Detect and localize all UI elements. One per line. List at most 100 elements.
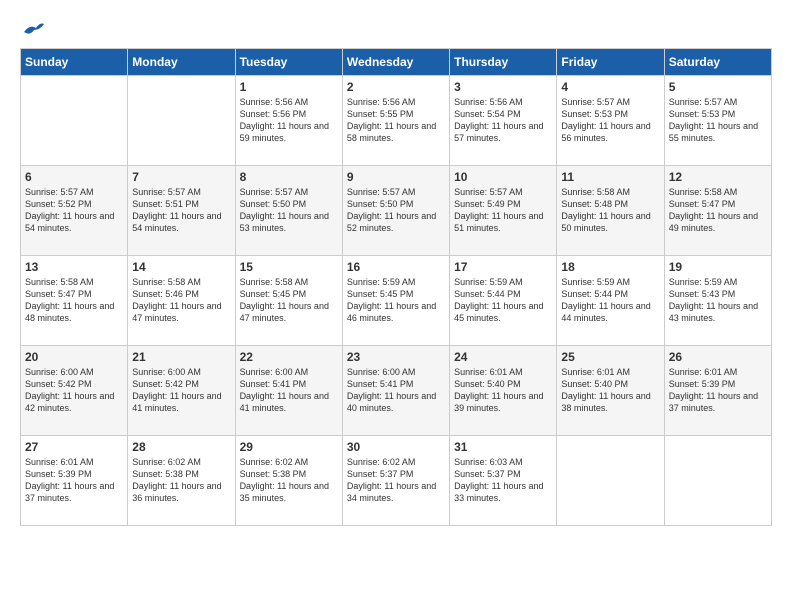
day-info: Sunrise: 5:57 AM Sunset: 5:53 PM Dayligh… [561,96,659,145]
weekday-header: Monday [128,49,235,76]
day-info: Sunrise: 5:59 AM Sunset: 5:44 PM Dayligh… [561,276,659,325]
calendar-week-row: 6Sunrise: 5:57 AM Sunset: 5:52 PM Daylig… [21,166,772,256]
day-number: 26 [669,350,767,364]
day-info: Sunrise: 5:57 AM Sunset: 5:51 PM Dayligh… [132,186,230,235]
calendar-cell [664,436,771,526]
day-number: 28 [132,440,230,454]
calendar-cell: 28 Sunrise: 6:02 AM Sunset: 5:38 PM Dayli… [128,436,235,526]
day-number: 2 [347,80,445,94]
day-info: Sunrise: 5:59 AM Sunset: 5:45 PM Dayligh… [347,276,445,325]
day-info: Sunrise: 5:59 AM Sunset: 5:43 PM Dayligh… [669,276,767,325]
calendar-cell: 10Sunrise: 5:57 AM Sunset: 5:49 PM Dayli… [450,166,557,256]
day-info: Sunrise: 6:02 AM Sunset: 5:38 PM Dayligh… [132,456,230,505]
day-info: Sunrise: 6:01 AM Sunset: 5:39 PM Dayligh… [25,456,123,505]
calendar-cell: 15 Sunrise: 5:58 AM Sunset: 5:45 PM Dayli… [235,256,342,346]
calendar-header-row: SundayMondayTuesdayWednesdayThursdayFrid… [21,49,772,76]
day-info: Sunrise: 5:57 AM Sunset: 5:50 PM Dayligh… [240,186,338,235]
weekday-header: Sunday [21,49,128,76]
calendar-cell: 16 Sunrise: 5:59 AM Sunset: 5:45 PM Dayli… [342,256,449,346]
day-info: Sunrise: 5:58 AM Sunset: 5:47 PM Dayligh… [669,186,767,235]
calendar-cell: 11 Sunrise: 5:58 AM Sunset: 5:48 PM Dayli… [557,166,664,256]
weekday-header: Friday [557,49,664,76]
day-number: 24 [454,350,552,364]
day-info: Sunrise: 6:00 AM Sunset: 5:41 PM Dayligh… [240,366,338,415]
day-number: 3 [454,80,552,94]
day-number: 22 [240,350,338,364]
calendar-cell: 13 Sunrise: 5:58 AM Sunset: 5:47 PM Dayli… [21,256,128,346]
day-number: 15 [240,260,338,274]
day-info: Sunrise: 6:00 AM Sunset: 5:42 PM Dayligh… [132,366,230,415]
day-number: 16 [347,260,445,274]
weekday-header: Wednesday [342,49,449,76]
calendar-cell: 6Sunrise: 5:57 AM Sunset: 5:52 PM Daylig… [21,166,128,256]
calendar-cell: 29 Sunrise: 6:02 AM Sunset: 5:38 PM Dayli… [235,436,342,526]
weekday-header: Tuesday [235,49,342,76]
day-info: Sunrise: 5:58 AM Sunset: 5:47 PM Dayligh… [25,276,123,325]
calendar-cell: 17Sunrise: 5:59 AM Sunset: 5:44 PM Dayli… [450,256,557,346]
calendar-cell: 31Sunrise: 6:03 AM Sunset: 5:37 PM Dayli… [450,436,557,526]
calendar-table: SundayMondayTuesdayWednesdayThursdayFrid… [20,48,772,526]
calendar-cell [128,76,235,166]
day-info: Sunrise: 6:00 AM Sunset: 5:42 PM Dayligh… [25,366,123,415]
calendar-cell: 26 Sunrise: 6:01 AM Sunset: 5:39 PM Dayli… [664,346,771,436]
day-number: 30 [347,440,445,454]
day-number: 1 [240,80,338,94]
day-info: Sunrise: 5:58 AM Sunset: 5:46 PM Dayligh… [132,276,230,325]
calendar-week-row: 13 Sunrise: 5:58 AM Sunset: 5:47 PM Dayli… [21,256,772,346]
calendar-week-row: 1 Sunrise: 5:56 AM Sunset: 5:56 PM Daylig… [21,76,772,166]
calendar-cell: 7 Sunrise: 5:57 AM Sunset: 5:51 PM Daylig… [128,166,235,256]
calendar-cell: 21 Sunrise: 6:00 AM Sunset: 5:42 PM Dayli… [128,346,235,436]
day-number: 8 [240,170,338,184]
day-info: Sunrise: 5:56 AM Sunset: 5:55 PM Dayligh… [347,96,445,145]
day-number: 18 [561,260,659,274]
calendar-week-row: 20 Sunrise: 6:00 AM Sunset: 5:42 PM Dayli… [21,346,772,436]
calendar-cell: 4 Sunrise: 5:57 AM Sunset: 5:53 PM Daylig… [557,76,664,166]
page-header [20,20,772,38]
day-info: Sunrise: 5:58 AM Sunset: 5:45 PM Dayligh… [240,276,338,325]
day-info: Sunrise: 6:00 AM Sunset: 5:41 PM Dayligh… [347,366,445,415]
day-number: 13 [25,260,123,274]
weekday-header: Thursday [450,49,557,76]
calendar-cell: 22 Sunrise: 6:00 AM Sunset: 5:41 PM Dayli… [235,346,342,436]
calendar-cell: 1 Sunrise: 5:56 AM Sunset: 5:56 PM Daylig… [235,76,342,166]
logo [20,20,44,38]
day-number: 14 [132,260,230,274]
day-info: Sunrise: 5:59 AM Sunset: 5:44 PM Dayligh… [454,276,552,325]
day-info: Sunrise: 5:58 AM Sunset: 5:48 PM Dayligh… [561,186,659,235]
calendar-cell: 23 Sunrise: 6:00 AM Sunset: 5:41 PM Dayli… [342,346,449,436]
day-info: Sunrise: 5:56 AM Sunset: 5:54 PM Dayligh… [454,96,552,145]
day-info: Sunrise: 6:01 AM Sunset: 5:40 PM Dayligh… [454,366,552,415]
day-info: Sunrise: 5:57 AM Sunset: 5:52 PM Dayligh… [25,186,123,235]
day-number: 7 [132,170,230,184]
day-number: 11 [561,170,659,184]
day-info: Sunrise: 5:56 AM Sunset: 5:56 PM Dayligh… [240,96,338,145]
calendar-cell: 9Sunrise: 5:57 AM Sunset: 5:50 PM Daylig… [342,166,449,256]
day-info: Sunrise: 5:57 AM Sunset: 5:49 PM Dayligh… [454,186,552,235]
calendar-cell: 27Sunrise: 6:01 AM Sunset: 5:39 PM Dayli… [21,436,128,526]
calendar-cell: 12 Sunrise: 5:58 AM Sunset: 5:47 PM Dayli… [664,166,771,256]
calendar-cell [557,436,664,526]
day-number: 12 [669,170,767,184]
day-number: 31 [454,440,552,454]
day-number: 25 [561,350,659,364]
calendar-cell: 8 Sunrise: 5:57 AM Sunset: 5:50 PM Daylig… [235,166,342,256]
day-info: Sunrise: 6:02 AM Sunset: 5:38 PM Dayligh… [240,456,338,505]
logo-bird-icon [22,20,44,38]
day-number: 21 [132,350,230,364]
day-number: 4 [561,80,659,94]
calendar-cell: 30 Sunrise: 6:02 AM Sunset: 5:37 PM Dayli… [342,436,449,526]
calendar-cell: 3 Sunrise: 5:56 AM Sunset: 5:54 PM Daylig… [450,76,557,166]
day-info: Sunrise: 5:57 AM Sunset: 5:50 PM Dayligh… [347,186,445,235]
day-number: 23 [347,350,445,364]
calendar-cell: 25 Sunrise: 6:01 AM Sunset: 5:40 PM Dayli… [557,346,664,436]
weekday-header: Saturday [664,49,771,76]
day-info: Sunrise: 6:02 AM Sunset: 5:37 PM Dayligh… [347,456,445,505]
day-info: Sunrise: 6:01 AM Sunset: 5:39 PM Dayligh… [669,366,767,415]
day-number: 29 [240,440,338,454]
day-number: 19 [669,260,767,274]
calendar-cell: 5Sunrise: 5:57 AM Sunset: 5:53 PM Daylig… [664,76,771,166]
day-info: Sunrise: 6:01 AM Sunset: 5:40 PM Dayligh… [561,366,659,415]
day-number: 5 [669,80,767,94]
day-number: 20 [25,350,123,364]
calendar-cell: 19 Sunrise: 5:59 AM Sunset: 5:43 PM Dayli… [664,256,771,346]
